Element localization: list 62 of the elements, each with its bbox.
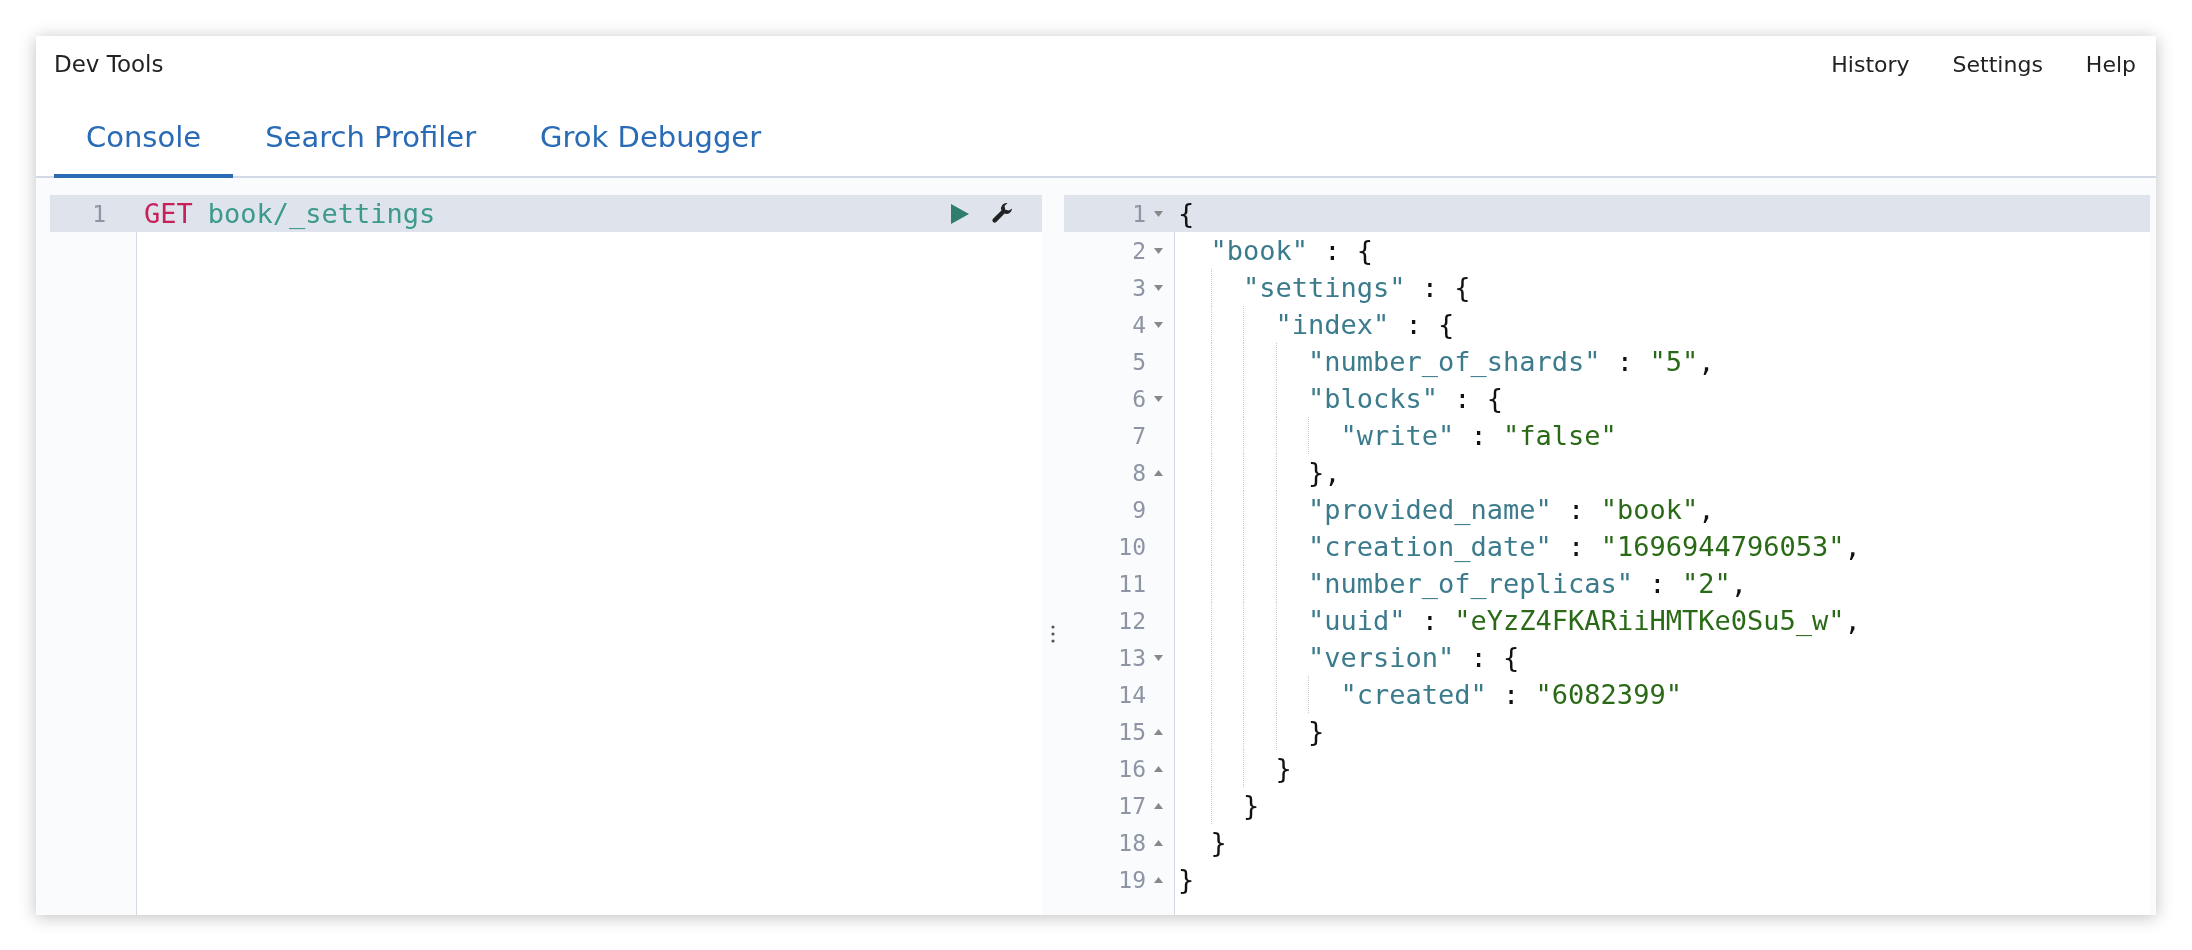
fold-arrow-icon[interactable] — [1153, 210, 1163, 217]
fold-arrow-icon[interactable] — [1153, 395, 1163, 402]
line-number: 7 — [1132, 422, 1146, 449]
play-icon[interactable] — [950, 203, 970, 225]
unfold-arrow-icon[interactable] — [1153, 765, 1163, 772]
line-number: 11 — [1118, 570, 1146, 597]
line-number: 1 — [1132, 200, 1146, 227]
line-number: 9 — [1132, 496, 1146, 523]
fold-arrow-icon[interactable] — [1153, 247, 1163, 254]
json-text: "number_of_replicas" : "2", — [1308, 567, 1747, 601]
line-number: 3 — [1132, 274, 1146, 301]
json-text: "blocks" : { — [1308, 382, 1504, 416]
line-number: 12 — [1118, 607, 1146, 634]
json-text: { — [1178, 197, 1195, 231]
unfold-arrow-icon[interactable] — [1153, 728, 1163, 735]
json-text: "write" : "false" — [1340, 419, 1617, 453]
json-text: "settings" : { — [1243, 271, 1471, 305]
line-number: 14 — [1118, 681, 1146, 708]
line-number: 6 — [1132, 385, 1146, 412]
wrench-icon[interactable] — [990, 202, 1014, 226]
http-method: GET — [144, 197, 193, 231]
json-text: }, — [1308, 456, 1341, 490]
fold-arrow-icon[interactable] — [1153, 654, 1163, 661]
header-link[interactable]: Settings — [1952, 51, 2043, 77]
json-text: } — [1275, 752, 1292, 786]
app-title: Dev Tools — [54, 51, 164, 77]
line-number: 15 — [1118, 718, 1146, 745]
header-link[interactable]: Help — [2085, 51, 2136, 77]
json-text: "provided_name" : "book", — [1308, 493, 1715, 527]
line-number: 2 — [1132, 237, 1146, 264]
request-path: book/_settings — [207, 197, 436, 231]
json-text: "book" : { — [1210, 234, 1374, 268]
json-text: } — [1243, 789, 1260, 823]
line-number: 18 — [1118, 829, 1146, 856]
json-text: "created" : "6082399" — [1340, 678, 1682, 712]
unfold-arrow-icon[interactable] — [1153, 802, 1163, 809]
unfold-arrow-icon[interactable] — [1153, 469, 1163, 476]
line-number: 19 — [1118, 866, 1146, 893]
line-number: 13 — [1118, 644, 1146, 671]
json-text: } — [1210, 826, 1227, 860]
line-number: 1 — [91, 200, 107, 227]
fold-arrow-icon[interactable] — [1153, 321, 1163, 328]
tab[interactable]: Search Profiler — [233, 106, 509, 178]
line-number: 10 — [1118, 533, 1146, 560]
line-number: 8 — [1132, 459, 1146, 486]
tab[interactable]: Grok Debugger — [508, 106, 794, 178]
line-number: 17 — [1118, 792, 1146, 819]
json-text: "index" : { — [1275, 308, 1455, 342]
fold-arrow-icon[interactable] — [1153, 284, 1163, 291]
splitter-handle-icon[interactable] — [1051, 625, 1055, 643]
json-text: } — [1178, 863, 1195, 897]
json-text: "uuid" : "eYzZ4FKARiiHMTKe0Su5_w", — [1308, 604, 1861, 638]
unfold-arrow-icon[interactable] — [1153, 876, 1163, 883]
json-text: "number_of_shards" : "5", — [1308, 345, 1715, 379]
json-text: } — [1308, 715, 1325, 749]
unfold-arrow-icon[interactable] — [1153, 839, 1163, 846]
json-text: "creation_date" : "1696944796053", — [1308, 530, 1861, 564]
json-text: "version" : { — [1308, 641, 1520, 675]
line-number: 16 — [1118, 755, 1146, 782]
line-number: 5 — [1132, 348, 1146, 375]
header-link[interactable]: History — [1831, 51, 1910, 77]
line-number: 4 — [1132, 311, 1146, 338]
